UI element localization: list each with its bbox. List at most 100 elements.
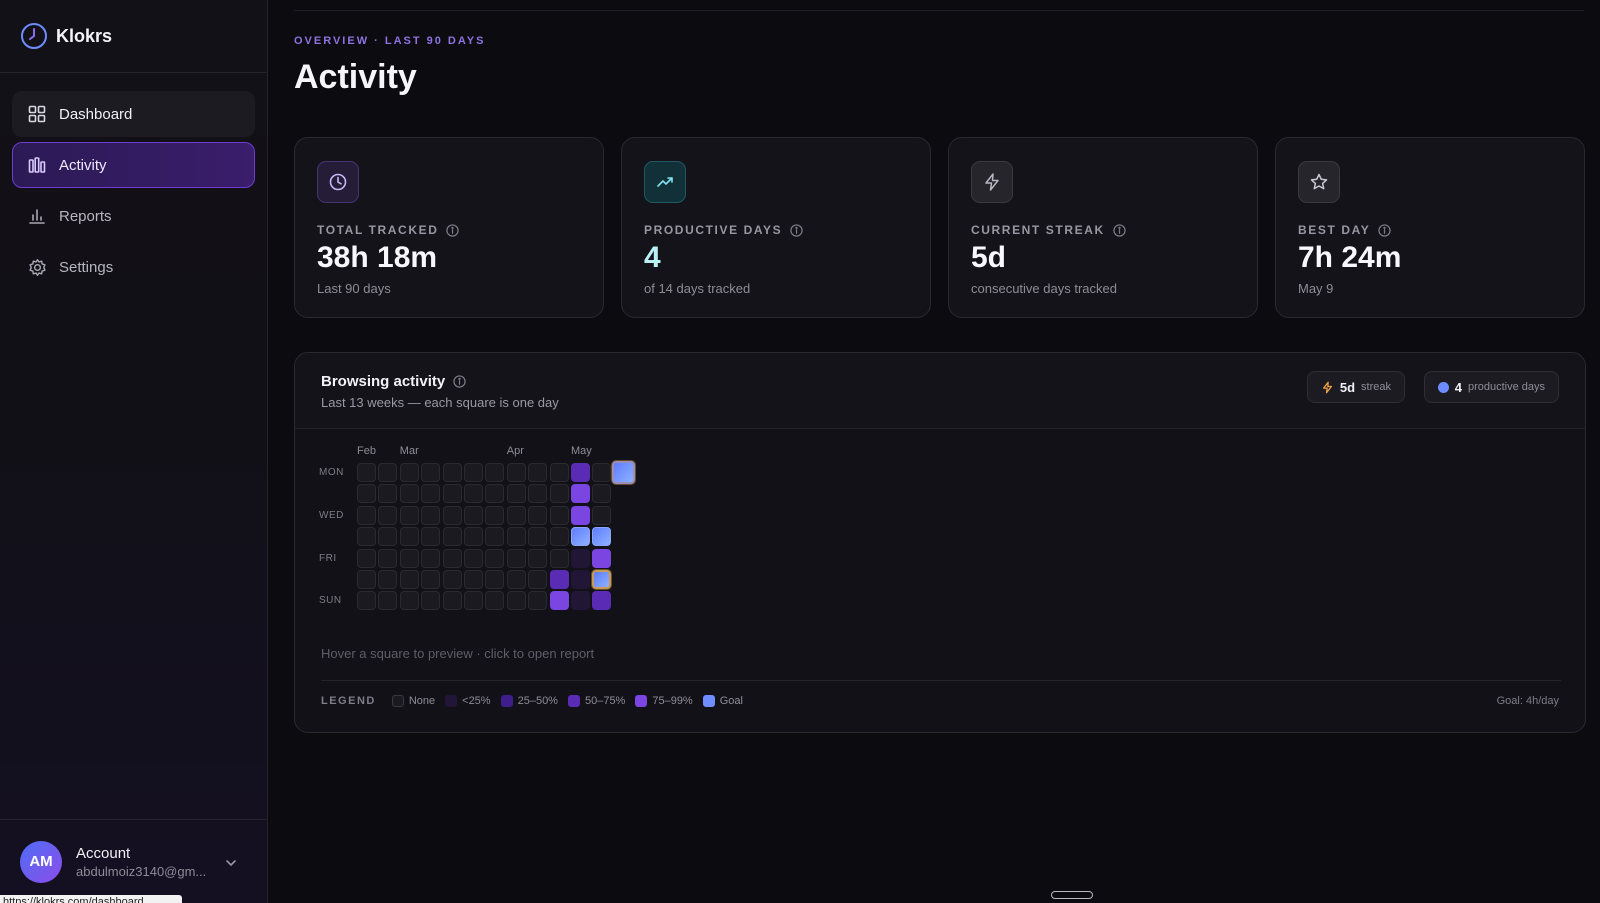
heatmap-day-cell[interactable] <box>378 548 398 568</box>
heatmap-day-cell[interactable] <box>506 505 526 525</box>
heatmap-day-cell[interactable] <box>528 527 548 547</box>
heatmap-day-cell[interactable] <box>442 527 462 547</box>
heatmap-day-cell[interactable] <box>442 505 462 525</box>
heatmap-day-cell[interactable] <box>571 505 590 525</box>
heatmap-day-cell[interactable] <box>357 505 376 525</box>
heatmap-day-cell[interactable] <box>378 484 398 504</box>
heatmap-day-cell[interactable] <box>464 527 483 547</box>
heatmap-day-cell[interactable] <box>485 484 505 504</box>
heatmap-day-cell[interactable] <box>549 591 569 611</box>
heatmap-day-cell[interactable] <box>528 505 548 525</box>
heatmap-day-cell[interactable] <box>399 463 419 482</box>
heatmap-day-cell[interactable] <box>399 484 419 504</box>
heatmap-day-cell[interactable] <box>357 570 376 589</box>
heatmap-day-cell[interactable] <box>421 484 441 504</box>
heatmap-day-cell[interactable] <box>378 463 398 482</box>
heatmap-day-cell[interactable] <box>506 570 526 589</box>
heatmap-day-cell[interactable] <box>571 463 590 482</box>
heatmap-day-cell[interactable] <box>421 570 441 589</box>
heatmap-day-cell[interactable] <box>485 527 505 547</box>
sidebar-item-activity[interactable]: Activity <box>12 142 255 188</box>
heatmap-day-cell[interactable] <box>378 570 398 589</box>
info-icon[interactable] <box>1378 223 1392 237</box>
heatmap-day-cell[interactable] <box>485 570 505 589</box>
heatmap-day-cell[interactable] <box>592 570 612 589</box>
heatmap-day-cell[interactable] <box>528 484 548 504</box>
heatmap-day-cell[interactable] <box>464 591 483 611</box>
heatmap-day-cell[interactable] <box>549 527 569 547</box>
heatmap-day-cell[interactable] <box>571 527 590 547</box>
heatmap-day-cell[interactable] <box>549 505 569 525</box>
heatmap-day-cell[interactable] <box>571 484 590 504</box>
heatmap-day-cell[interactable] <box>506 591 526 611</box>
heatmap-day-cell[interactable] <box>399 570 419 589</box>
heatmap-day-cell[interactable] <box>442 570 462 589</box>
heatmap-day-cell[interactable] <box>592 484 612 504</box>
sidebar-item-settings[interactable]: Settings <box>12 244 255 290</box>
heatmap-day-cell[interactable] <box>399 548 419 568</box>
heatmap-day-cell[interactable] <box>528 548 548 568</box>
heatmap-day-cell[interactable] <box>506 527 526 547</box>
sidebar-item-dashboard[interactable]: Dashboard <box>12 91 255 137</box>
heatmap-day-cell[interactable] <box>357 463 376 482</box>
heatmap-day-cell[interactable] <box>442 548 462 568</box>
heatmap-day-cell[interactable] <box>528 591 548 611</box>
heatmap-day-cell[interactable] <box>464 463 483 482</box>
info-icon[interactable] <box>790 223 803 237</box>
heatmap-day-cell[interactable] <box>506 548 526 568</box>
heatmap-day-cell[interactable] <box>464 548 483 568</box>
heatmap-day-cell[interactable] <box>378 527 398 547</box>
heatmap-day-cell[interactable] <box>571 591 590 611</box>
heatmap-day-cell[interactable] <box>421 505 441 525</box>
heatmap-day-cell[interactable] <box>485 591 505 611</box>
heatmap-day-cell[interactable] <box>464 505 483 525</box>
heatmap-day-cell[interactable] <box>528 570 548 589</box>
heatmap-day-cell[interactable] <box>592 463 612 482</box>
heatmap-day-cell[interactable] <box>421 548 441 568</box>
heatmap-day-cell[interactable] <box>357 591 376 611</box>
heatmap-day-cell[interactable] <box>592 548 612 568</box>
heatmap-day-cell[interactable] <box>421 591 441 611</box>
heatmap-day-cell[interactable] <box>592 505 612 525</box>
heatmap-day-cell[interactable] <box>611 461 635 484</box>
heatmap-day-cell[interactable] <box>528 463 548 482</box>
account-email: abdulmoiz3140@gm... <box>76 863 207 879</box>
heatmap-day-cell[interactable] <box>378 591 398 611</box>
heatmap-day-cell[interactable] <box>549 463 569 482</box>
brand[interactable]: Klokrs <box>0 0 267 73</box>
heatmap-day-cell[interactable] <box>464 570 483 589</box>
heatmap-day-cell[interactable] <box>485 463 505 482</box>
account-menu[interactable]: AM Account abdulmoiz3140@gm... <box>0 819 267 903</box>
heatmap-day-cell[interactable] <box>399 527 419 547</box>
heatmap-day-cell[interactable] <box>357 548 376 568</box>
scroll-handle[interactable] <box>1051 891 1093 899</box>
heatmap-day-cell[interactable] <box>592 527 612 547</box>
heatmap-day-cell[interactable] <box>442 463 462 482</box>
legend-label: 25–50% <box>517 695 558 707</box>
heatmap-day-cell[interactable] <box>357 527 376 547</box>
heatmap-day-cell[interactable] <box>485 548 505 568</box>
sidebar-item-reports[interactable]: Reports <box>12 193 255 239</box>
info-icon[interactable] <box>1113 223 1126 237</box>
heatmap-day-cell[interactable] <box>442 591 462 611</box>
heatmap-day-cell[interactable] <box>421 527 441 547</box>
heatmap-day-cell[interactable] <box>442 484 462 504</box>
heatmap-day-cell[interactable] <box>592 591 612 611</box>
heatmap-day-cell[interactable] <box>506 463 526 482</box>
page-title: Activity <box>294 58 417 96</box>
heatmap-day-cell[interactable] <box>357 484 376 504</box>
heatmap-day-cell[interactable] <box>506 484 526 504</box>
heatmap-day-cell[interactable] <box>571 548 590 568</box>
heatmap-day-cell[interactable] <box>549 570 569 589</box>
info-icon[interactable] <box>446 223 460 237</box>
heatmap-day-cell[interactable] <box>485 505 505 525</box>
heatmap-day-cell[interactable] <box>571 570 590 589</box>
heatmap-day-cell[interactable] <box>378 505 398 525</box>
heatmap-day-cell[interactable] <box>399 591 419 611</box>
heatmap-day-cell[interactable] <box>421 463 441 482</box>
heatmap-day-cell[interactable] <box>549 548 569 568</box>
heatmap-day-cell[interactable] <box>464 484 483 504</box>
heatmap-day-cell[interactable] <box>549 484 569 504</box>
heatmap-day-cell[interactable] <box>399 505 419 525</box>
info-icon[interactable] <box>453 375 466 388</box>
